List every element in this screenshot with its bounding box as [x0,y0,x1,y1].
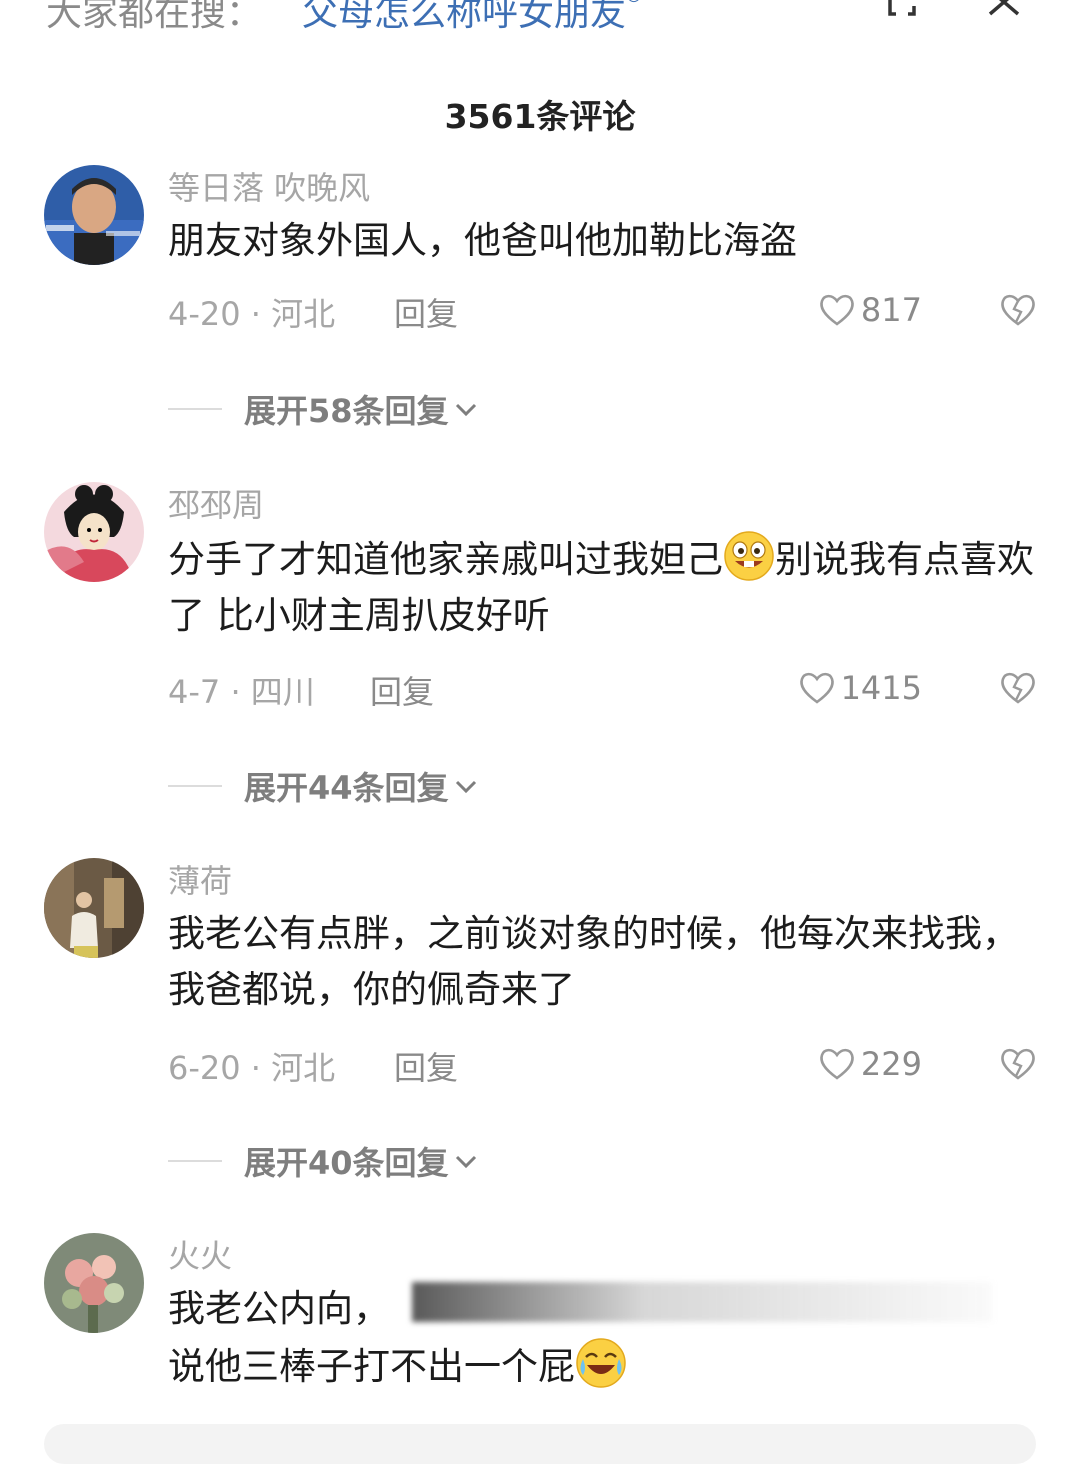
comment-date-location: 6-20 · 河北 [168,1049,336,1087]
search-icon: ○ [626,0,642,5]
like-button[interactable]: 229 [817,1039,922,1089]
comment-username[interactable]: 等日落 吹晚风 [168,163,370,209]
like-button[interactable]: 1415 [797,663,922,713]
search-suggestion-text[interactable]: 父母怎么称呼女朋友 [302,0,626,34]
broken-heart-icon[interactable] [998,1044,1038,1084]
comment-username[interactable]: 火火 [168,1231,232,1277]
reply-button[interactable]: 回复 [394,1043,458,1089]
comment-date-location: 4-20 · 河北 [168,295,336,333]
comment-input-bar[interactable] [44,1424,1036,1464]
heart-icon[interactable] [817,290,857,330]
heart-icon[interactable] [797,668,837,708]
like-count: 1415 [840,669,922,707]
expand-replies-button[interactable]: 展开58条回复 [168,384,481,434]
expand-replies-label[interactable]: 展开44条回复 [244,763,449,809]
comment-text-part: 说他三棒子打不出一个屁 [168,1345,575,1388]
chevron-down-icon[interactable] [451,394,481,424]
avatar[interactable] [44,1233,144,1333]
like-button[interactable]: 817 [817,285,922,335]
comment-username[interactable]: 邳邳周 [168,480,264,526]
comment-text: 我老公有点胖，之前谈对象的时候，他每次来找我，我爸都说，你的佩奇来了 [168,912,1019,1011]
comment-count-title: 3561条评论 [444,97,636,136]
broken-heart-icon[interactable] [998,290,1038,330]
grinning-buck-teeth-emoji-icon [724,531,774,581]
comment-text: 分手了才知道他家亲戚叫过我妲己 别说我有点喜欢了 比小财主周扒皮好听 [168,530,1038,644]
comment-text-line: 说他三棒子打不出一个屁 [168,1337,1038,1395]
comment-meta: 4-7 · 四川 回复 1415 [168,663,1048,713]
avatar[interactable] [44,165,144,265]
reply-button[interactable]: 回复 [394,289,458,335]
expand-replies-button[interactable]: 展开40条回复 [168,1136,481,1186]
search-suggestion-bar: 大家都在搜： 父母怎么称呼女朋友○ [0,0,1080,52]
expand-replies-label[interactable]: 展开58条回复 [244,386,449,432]
divider [168,785,222,787]
like-count: 229 [860,1045,922,1083]
comment-meta: 6-20 · 河北 回复 229 [168,1039,1048,1089]
redaction-smear [412,1282,992,1322]
comment-username[interactable]: 薄荷 [168,856,232,902]
chevron-down-icon[interactable] [451,771,481,801]
divider [168,1160,222,1162]
broken-heart-icon[interactable] [998,668,1038,708]
search-prefix-label: 大家都在搜： [46,0,263,34]
expand-replies-button[interactable]: 展开44条回复 [168,761,481,811]
heart-icon[interactable] [817,1044,857,1084]
comment-text: 朋友对象外国人，他爸叫他加勒比海盗 [168,219,797,262]
comment-meta: 4-20 · 河北 回复 817 [168,285,1048,335]
laughing-crying-emoji-icon [576,1338,626,1388]
divider [168,408,222,410]
search-suggestion-link[interactable]: 父母怎么称呼女朋友○ [302,0,642,36]
avatar[interactable] [44,858,144,958]
comment-text-part: 分手了才知道他家亲戚叫过我妲己 [168,538,723,581]
fullscreen-icon[interactable] [884,0,924,26]
expand-replies-label[interactable]: 展开40条回复 [244,1138,449,1184]
reply-button[interactable]: 回复 [370,667,434,713]
close-icon[interactable] [986,0,1026,26]
like-count: 817 [860,291,922,329]
avatar[interactable] [44,482,144,582]
comment-date-location: 4-7 · 四川 [168,673,315,711]
chevron-down-icon[interactable] [451,1146,481,1176]
